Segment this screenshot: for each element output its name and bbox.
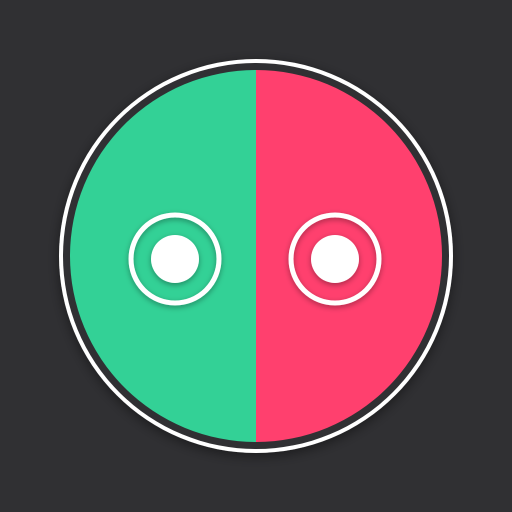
app-icon[interactable] [0, 0, 512, 512]
right-eye-pupil [311, 235, 359, 283]
app-icon-canvas [0, 0, 512, 512]
face [70, 70, 442, 442]
left-eye-pupil [151, 235, 199, 283]
